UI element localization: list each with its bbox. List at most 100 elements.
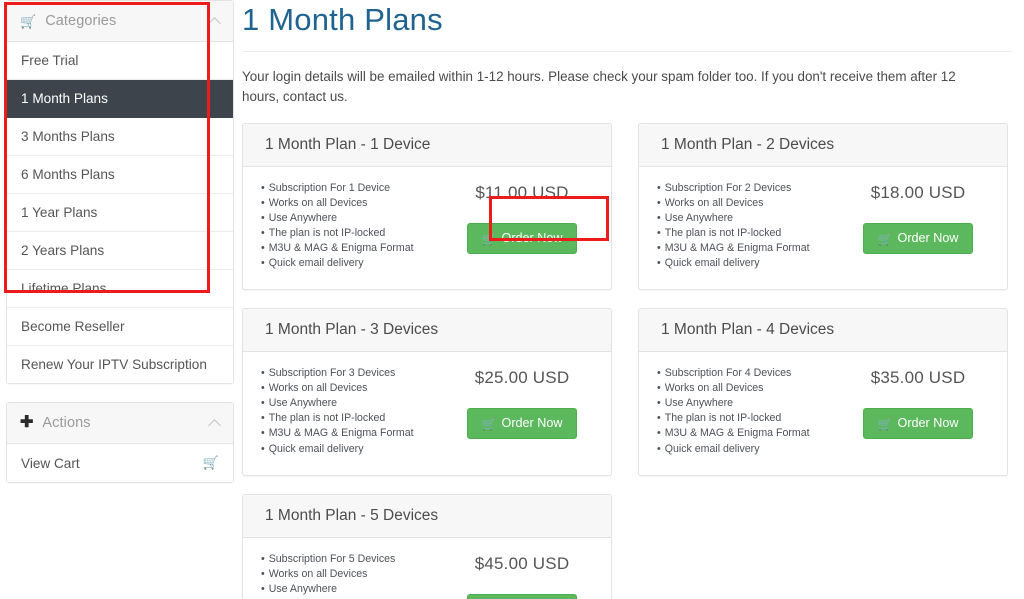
product-feature-list: Subscription For 4 DevicesWorks on all D… (653, 364, 843, 456)
chevron-up-icon[interactable] (208, 17, 221, 30)
product-card-title: 1 Month Plan - 4 Devices (639, 309, 1007, 353)
product-feature-item: Subscription For 3 Devices (261, 366, 447, 381)
product-price: $11.00 USD (475, 183, 569, 203)
product-feature-list: Subscription For 1 DeviceWorks on all De… (257, 179, 447, 271)
product-feature-item: Works on all Devices (261, 567, 447, 582)
product-purchase-area: $25.00 USD 🛒 Order Now (447, 364, 597, 440)
sidebar: 🛒 Categories Free Trial 1 Month Plans 3 Mo… (0, 0, 234, 501)
sidebar-item-renew-your-iptv-subscription[interactable]: Renew Your IPTV Subscription (7, 346, 233, 383)
product-purchase-area: $45.00 USD 🛒Order Now (447, 550, 597, 599)
product-card-title: 1 Month Plan - 2 Devices (639, 124, 1007, 168)
product-feature-item: Works on all Devices (657, 196, 843, 211)
product-feature-item: Works on all Devices (657, 381, 843, 396)
product-feature-item: Subscription For 1 Device (261, 181, 447, 196)
product-price: $25.00 USD (474, 368, 570, 388)
product-feature-item: M3U & MAG & Enigma Format (657, 241, 843, 256)
sidebar-item-label: View Cart (21, 455, 80, 471)
product-feature-item: The plan is not IP-locked (261, 411, 447, 426)
product-feature-item: Works on all Devices (261, 381, 447, 396)
product-feature-list: Subscription For 3 DevicesWorks on all D… (257, 364, 447, 456)
categories-panel-title: Categories (45, 13, 117, 29)
product-feature-item: M3U & MAG & Enigma Format (657, 426, 843, 441)
actions-panel-title: Actions (42, 415, 91, 431)
order-now-button[interactable]: 🛒Order Now (466, 223, 578, 255)
plus-icon: ✚ (20, 414, 34, 431)
sidebar-item-become-reseller[interactable]: Become Reseller (7, 308, 233, 346)
product-card: 1 Month Plan - 3 Devices Subscription For… (242, 308, 612, 476)
order-now-button[interactable]: 🛒 Order Now (862, 223, 974, 255)
product-feature-list: Subscription For 2 DevicesWorks on all D… (653, 179, 843, 271)
product-card-title: 1 Month Plan - 1 Device (243, 124, 611, 168)
intro-text: Your login details will be emailed withi… (242, 68, 956, 105)
product-feature-item: Subscription For 4 Devices (657, 366, 843, 381)
product-card-grid: 1 Month Plan - 1 Device Subscription For … (242, 123, 1012, 599)
product-feature-item: Subscription For 5 Devices (261, 552, 447, 567)
sidebar-item-1-year-plans[interactable]: 1 Year Plans (7, 194, 233, 232)
product-feature-item: Use Anywhere (657, 211, 843, 226)
product-card-title: 1 Month Plan - 5 Devices (243, 494, 611, 538)
order-now-button[interactable]: 🛒 Order Now (466, 408, 578, 440)
categories-panel: 🛒 Categories Free Trial 1 Month Plans 3 Mo… (6, 0, 234, 384)
title-divider (242, 50, 1012, 52)
chevron-up-icon[interactable] (208, 419, 221, 432)
product-card-body: Subscription For 4 DevicesWorks on all D… (639, 352, 1007, 474)
product-card-body: Subscription For 2 DevicesWorks on all D… (639, 167, 1007, 289)
shopping-cart-icon: 🛒 (877, 231, 893, 246)
shopping-cart-icon: 🛒 (481, 416, 497, 431)
page-title: 1 Month Plans (242, 2, 443, 37)
product-feature-item: Subscription For 2 Devices (657, 181, 843, 196)
order-now-button[interactable]: 🛒Order Now (466, 593, 578, 599)
sidebar-item-label: Lifetime Plans (21, 281, 107, 296)
product-feature-item: Works on all Devices (261, 196, 447, 211)
sidebar-item-1-month-plans[interactable]: 1 Month Plans (7, 80, 233, 118)
categories-panel-header[interactable]: 🛒 Categories (7, 1, 233, 42)
actions-panel-header[interactable]: ✚ Actions (7, 403, 233, 444)
order-now-label: Order Now (501, 416, 563, 431)
product-purchase-area: $35.00 USD 🛒 Order Now (843, 364, 993, 440)
order-now-label: Order Now (897, 231, 959, 246)
sidebar-item-label: Become Reseller (21, 319, 125, 334)
sidebar-item-label: Renew Your IPTV Subscription (21, 357, 207, 372)
product-feature-item: Quick email delivery (657, 256, 843, 271)
sidebar-item-label: 6 Months Plans (21, 167, 115, 182)
product-feature-item: The plan is not IP-locked (657, 411, 843, 426)
sidebar-item-label: 1 Year Plans (21, 205, 98, 220)
product-card: 1 Month Plan - 2 Devices Subscription For… (638, 123, 1008, 291)
sidebar-item-free-trial[interactable]: Free Trial (7, 42, 233, 80)
product-price: $18.00 USD (870, 183, 966, 203)
actions-panel: ✚ Actions View Cart 🛒 (6, 402, 234, 483)
product-feature-item: M3U & MAG & Enigma Format (261, 241, 447, 256)
sidebar-item-label: 3 Months Plans (21, 129, 115, 144)
shopping-cart-icon: 🛒 (481, 231, 497, 246)
product-card-body: Subscription For 1 DeviceWorks on all De… (243, 167, 611, 289)
shopping-cart-icon: 🛒 (20, 13, 37, 29)
actions-nav-list: View Cart 🛒 (7, 444, 233, 482)
product-feature-item: The plan is not IP-locked (261, 226, 447, 241)
main-content: 1 Month Plans Your login details will be… (234, 0, 1024, 599)
order-now-label: Order Now (897, 416, 959, 431)
sidebar-item-label: Free Trial (21, 53, 79, 68)
product-feature-item: Use Anywhere (261, 396, 447, 411)
sidebar-item-2-years-plans[interactable]: 2 Years Plans (7, 232, 233, 270)
product-feature-item: M3U & MAG & Enigma Format (261, 426, 447, 441)
sidebar-item-label: 1 Month Plans (21, 91, 108, 106)
categories-nav-list: Free Trial 1 Month Plans 3 Months Plans 6 M… (7, 42, 233, 383)
product-card: 1 Month Plan - 5 Devices Subscription For… (242, 493, 612, 599)
product-card: 1 Month Plan - 1 Device Subscription For … (242, 123, 612, 291)
product-price: $35.00 USD (870, 368, 966, 388)
product-feature-item: The plan is not IP-locked (657, 226, 843, 241)
product-card-title: 1 Month Plan - 3 Devices (243, 309, 611, 353)
product-card-body: Subscription For 3 DevicesWorks on all D… (243, 352, 611, 474)
sidebar-item-3-months-plans[interactable]: 3 Months Plans (7, 118, 233, 156)
sidebar-item-6-months-plans[interactable]: 6 Months Plans (7, 156, 233, 194)
product-purchase-area: $11.00 USD 🛒 Order Now (447, 179, 597, 255)
product-feature-item: Use Anywhere (261, 582, 447, 597)
order-now-button[interactable]: 🛒Order Now (862, 408, 974, 440)
sidebar-item-view-cart[interactable]: View Cart 🛒 (7, 444, 233, 482)
product-feature-list: Subscription For 5 DevicesWorks on all D… (257, 550, 447, 599)
product-card-body: Subscription For 5 DevicesWorks on all D… (243, 538, 611, 599)
sidebar-item-lifetime-plans[interactable]: Lifetime Plans (7, 270, 233, 308)
product-card: 1 Month Plan - 4 Devices Subscription For… (638, 308, 1008, 476)
shopping-cart-icon: 🛒 (202, 455, 219, 470)
product-purchase-area: $18.00 USD 🛒 Order Now (843, 179, 993, 255)
